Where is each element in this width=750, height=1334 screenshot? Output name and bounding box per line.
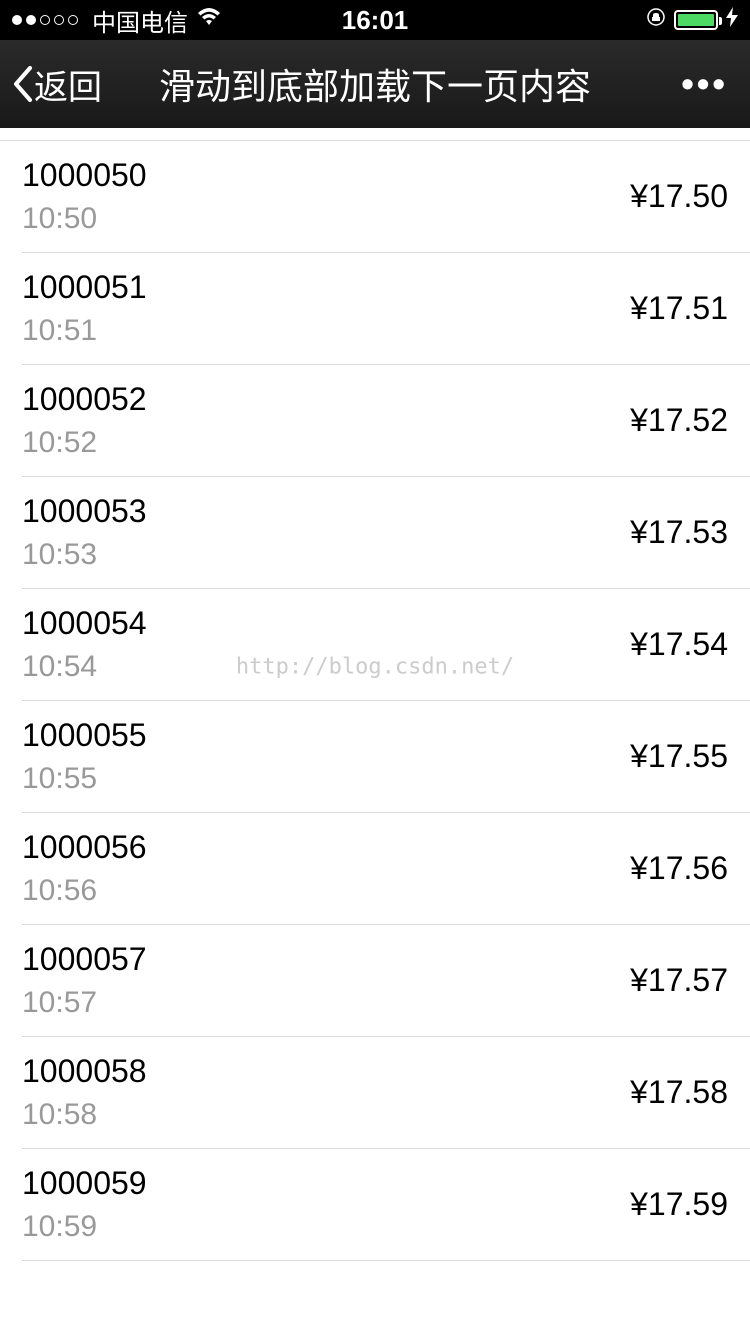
chevron-left-icon bbox=[10, 64, 34, 104]
more-button[interactable]: ••• bbox=[681, 63, 740, 105]
status-time: 16:01 bbox=[342, 5, 409, 36]
item-id: 1000053 bbox=[22, 493, 147, 530]
item-time: 10:57 bbox=[22, 986, 147, 1020]
carrier-label: 中国电信 bbox=[92, 3, 188, 38]
item-time: 10:51 bbox=[22, 314, 147, 348]
item-id: 1000054 bbox=[22, 605, 147, 642]
item-time: 10:53 bbox=[22, 538, 147, 572]
item-price: ¥17.58 bbox=[630, 1074, 728, 1111]
list-item-left: 1000052 10:52 bbox=[22, 381, 147, 460]
back-label: 返回 bbox=[34, 60, 102, 109]
item-price: ¥17.56 bbox=[630, 850, 728, 887]
list-item-left: 1000054 10:54 bbox=[22, 605, 147, 684]
item-id: 1000055 bbox=[22, 717, 147, 754]
item-price: ¥17.52 bbox=[630, 402, 728, 439]
list-item[interactable]: 1000053 10:53 ¥17.53 bbox=[22, 477, 750, 589]
item-time: 10:52 bbox=[22, 426, 147, 460]
list-item-left: 1000056 10:56 bbox=[22, 829, 147, 908]
item-id: 1000050 bbox=[22, 157, 147, 194]
item-time: 10:55 bbox=[22, 762, 147, 796]
list-item[interactable]: 1000052 10:52 ¥17.52 bbox=[22, 365, 750, 477]
back-button[interactable]: 返回 bbox=[10, 60, 102, 109]
status-right bbox=[646, 6, 738, 34]
list-item[interactable]: 1000051 10:51 ¥17.51 bbox=[22, 253, 750, 365]
item-price: ¥17.53 bbox=[630, 514, 728, 551]
list-item[interactable]: 1000055 10:55 ¥17.55 bbox=[22, 701, 750, 813]
list-item-left: 1000051 10:51 bbox=[22, 269, 147, 348]
list-item-left: 1000059 10:59 bbox=[22, 1165, 147, 1244]
item-price: ¥17.55 bbox=[630, 738, 728, 775]
item-id: 1000058 bbox=[22, 1053, 147, 1090]
list-item[interactable]: 1000056 10:56 ¥17.56 bbox=[22, 813, 750, 925]
scroll-list[interactable]: 100005010:50¥17.50100005110:51¥17.511000… bbox=[0, 128, 750, 1334]
item-time: 10:56 bbox=[22, 874, 147, 908]
item-price: ¥17.59 bbox=[630, 1186, 728, 1223]
item-id: 1000056 bbox=[22, 829, 147, 866]
item-id: 1000059 bbox=[22, 1165, 147, 1202]
item-price: ¥17.51 bbox=[630, 290, 728, 327]
nav-bar: 返回 滑动到底部加载下一页内容 ••• bbox=[0, 40, 750, 128]
list-item-left: 1000055 10:55 bbox=[22, 717, 147, 796]
list-item-left: 1000050 10:50 bbox=[22, 157, 147, 236]
item-time: 10:50 bbox=[22, 202, 147, 236]
item-time: 10:59 bbox=[22, 1210, 147, 1244]
orientation-lock-icon bbox=[646, 6, 666, 34]
item-price: ¥17.54 bbox=[630, 626, 728, 663]
list-item[interactable]: 1000059 10:59 ¥17.59 bbox=[22, 1149, 750, 1261]
signal-dots-icon bbox=[12, 15, 78, 25]
page-title: 滑动到底部加载下一页内容 bbox=[0, 58, 750, 110]
item-id: 1000057 bbox=[22, 941, 147, 978]
item-price: ¥17.57 bbox=[630, 962, 728, 999]
item-id: 1000051 bbox=[22, 269, 147, 306]
list-item-left: 1000058 10:58 bbox=[22, 1053, 147, 1132]
charging-icon bbox=[726, 6, 738, 34]
list-item[interactable]: 1000058 10:58 ¥17.58 bbox=[22, 1037, 750, 1149]
list-item[interactable]: 1000054 10:54 ¥17.54 bbox=[22, 589, 750, 701]
status-left: 中国电信 bbox=[12, 3, 222, 38]
wifi-icon bbox=[196, 6, 222, 34]
item-id: 1000052 bbox=[22, 381, 147, 418]
item-time: 10:54 bbox=[22, 650, 147, 684]
list-item-left: 1000057 10:57 bbox=[22, 941, 147, 1020]
item-price: ¥17.50 bbox=[630, 178, 728, 215]
status-bar: 中国电信 16:01 bbox=[0, 0, 750, 40]
list-item[interactable]: 1000050 10:50 ¥17.50 bbox=[22, 141, 750, 253]
battery-icon bbox=[674, 10, 718, 30]
list-item-left: 1000053 10:53 bbox=[22, 493, 147, 572]
list-item[interactable]: 1000057 10:57 ¥17.57 bbox=[22, 925, 750, 1037]
item-time: 10:58 bbox=[22, 1098, 147, 1132]
